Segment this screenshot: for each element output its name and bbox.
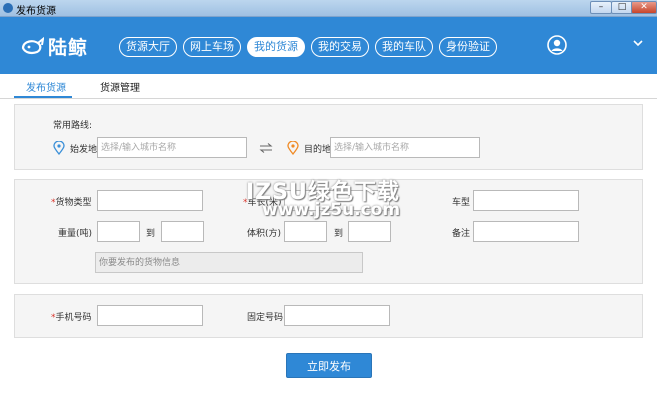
minimize-icon[interactable]: – — [590, 1, 612, 14]
origin-label: 始发地 — [70, 145, 98, 155]
landline-input[interactable] — [284, 305, 390, 326]
volume-label: 体积(方) — [247, 229, 282, 239]
watermark-url: www.jz5u.com — [262, 200, 401, 220]
landline-label: 固定号码 — [247, 313, 284, 323]
car-type-label: 车型 — [452, 198, 471, 208]
origin-pin-icon — [53, 141, 65, 155]
volume-to-label: 到 — [334, 229, 344, 239]
cargo-type-label: *货物类型 — [51, 198, 92, 208]
destination-input[interactable] — [330, 137, 480, 158]
tab-publish-cargo[interactable]: 发布货源 — [26, 79, 66, 94]
nav-identity-verify[interactable]: 身份验证 — [439, 37, 497, 57]
weight-label: 重量(吨) — [58, 229, 93, 239]
common-route-label: 常用路线: — [53, 121, 93, 131]
nav-my-trades[interactable]: 我的交易 — [311, 37, 369, 57]
destination-label: 目的地 — [304, 145, 332, 155]
nav-cargo-hall[interactable]: 货源大厅 — [119, 37, 177, 57]
app-icon — [3, 3, 13, 13]
volume-max-input[interactable] — [348, 221, 391, 242]
mobile-label: *手机号码 — [51, 313, 92, 323]
weight-max-input[interactable] — [161, 221, 204, 242]
whale-logo-icon — [21, 36, 44, 55]
remark-input[interactable] — [473, 221, 579, 242]
cargo-info-input[interactable] — [95, 252, 363, 273]
car-type-input[interactable] — [473, 190, 579, 211]
weight-to-label: 到 — [146, 229, 156, 239]
destination-pin-icon — [287, 141, 299, 155]
tab-bar: 发布货源 货源管理 — [0, 74, 657, 99]
weight-min-input[interactable] — [97, 221, 140, 242]
logo: 陆鲸 — [20, 31, 88, 61]
nav-my-cargo[interactable]: 我的货源 — [247, 37, 305, 57]
app-header: 陆鲸 货源大厅 网上车场 我的货源 我的交易 我的车队 身份验证 — [0, 17, 657, 74]
maximize-icon[interactable]: □ — [611, 1, 633, 14]
window-titlebar: 发布货源 – □ ✕ — [0, 0, 657, 17]
active-tab-indicator — [14, 96, 72, 98]
chevron-down-icon[interactable] — [633, 39, 643, 47]
window-title: 发布货源 — [16, 6, 56, 17]
main-nav: 货源大厅 网上车场 我的货源 我的交易 我的车队 身份验证 — [119, 37, 503, 57]
nav-online-truck-yard[interactable]: 网上车场 — [183, 37, 241, 57]
cargo-type-input[interactable] — [97, 190, 203, 211]
contact-panel: *手机号码 固定号码 — [14, 294, 643, 338]
origin-input[interactable] — [97, 137, 247, 158]
close-icon[interactable]: ✕ — [631, 1, 657, 14]
publish-now-button[interactable]: 立即发布 — [286, 353, 372, 378]
nav-my-fleet[interactable]: 我的车队 — [375, 37, 433, 57]
tab-cargo-management[interactable]: 货源管理 — [100, 79, 140, 94]
remark-label: 备注 — [452, 229, 471, 239]
swap-route-icon[interactable] — [259, 143, 273, 153]
mobile-input[interactable] — [97, 305, 203, 326]
logo-text: 陆鲸 — [48, 36, 89, 59]
volume-min-input[interactable] — [284, 221, 327, 242]
route-panel: 常用路线: 始发地 目的地 — [14, 104, 643, 170]
user-avatar-icon[interactable] — [547, 35, 567, 55]
